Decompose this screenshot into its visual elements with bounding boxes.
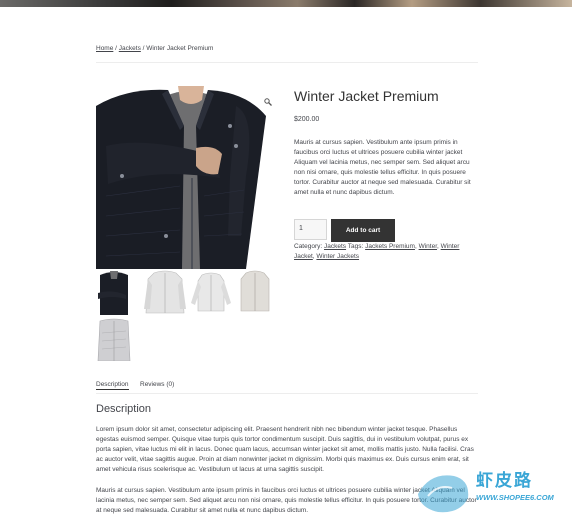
tag-separator: , — [414, 243, 417, 250]
watermark-url: WWW.SHOPEE6.COM — [476, 493, 554, 502]
product-thumbnail[interactable] — [142, 269, 188, 315]
breadcrumb-separator: / — [115, 45, 117, 52]
description-heading: Description — [96, 403, 152, 415]
breadcrumb-current: Winter Jacket Premium — [146, 45, 214, 52]
category-link[interactable]: Jackets — [324, 243, 346, 250]
tag-link[interactable]: Winter — [419, 243, 437, 250]
product-main-image[interactable] — [96, 86, 279, 269]
product-short-description: Mauris at cursus sapien. Vestibulum ante… — [294, 139, 471, 196]
tag-separator: , — [312, 253, 315, 260]
product-thumbnail[interactable] — [96, 269, 132, 315]
product-thumbnail[interactable] — [237, 269, 273, 315]
tab-reviews[interactable]: Reviews (0) — [140, 381, 174, 388]
quantity-input[interactable]: 1 — [294, 219, 327, 240]
tab-description[interactable]: Description — [96, 381, 129, 390]
breadcrumb-separator: / — [142, 45, 145, 52]
tag-separator: , — [437, 243, 439, 250]
breadcrumb-jackets-link[interactable]: Jackets — [119, 45, 141, 52]
breadcrumb: Home / Jackets / Winter Jacket Premium — [96, 45, 213, 52]
tabs-divider — [96, 393, 478, 394]
product-thumbnail[interactable] — [96, 317, 132, 361]
header-image-strip — [0, 0, 572, 7]
tag-link[interactable]: Jackets Premium — [365, 243, 415, 250]
breadcrumb-home-link[interactable]: Home — [96, 45, 113, 52]
breadcrumb-divider — [96, 62, 478, 63]
tag-link[interactable]: Winter Jackets — [316, 253, 359, 260]
magnifier-icon[interactable] — [264, 93, 272, 106]
product-title: Winter Jacket Premium — [294, 88, 439, 104]
product-price: $200.00 — [294, 116, 320, 123]
product-meta: Category: Jackets Tags: Jackets Premium,… — [294, 242, 480, 262]
tags-label: Tags: — [347, 243, 364, 250]
watermark-title: 虾皮路 — [476, 471, 533, 490]
add-to-cart-button[interactable]: Add to cart — [331, 219, 395, 242]
product-thumbnail[interactable] — [190, 269, 232, 315]
category-label: Category: — [294, 243, 323, 250]
